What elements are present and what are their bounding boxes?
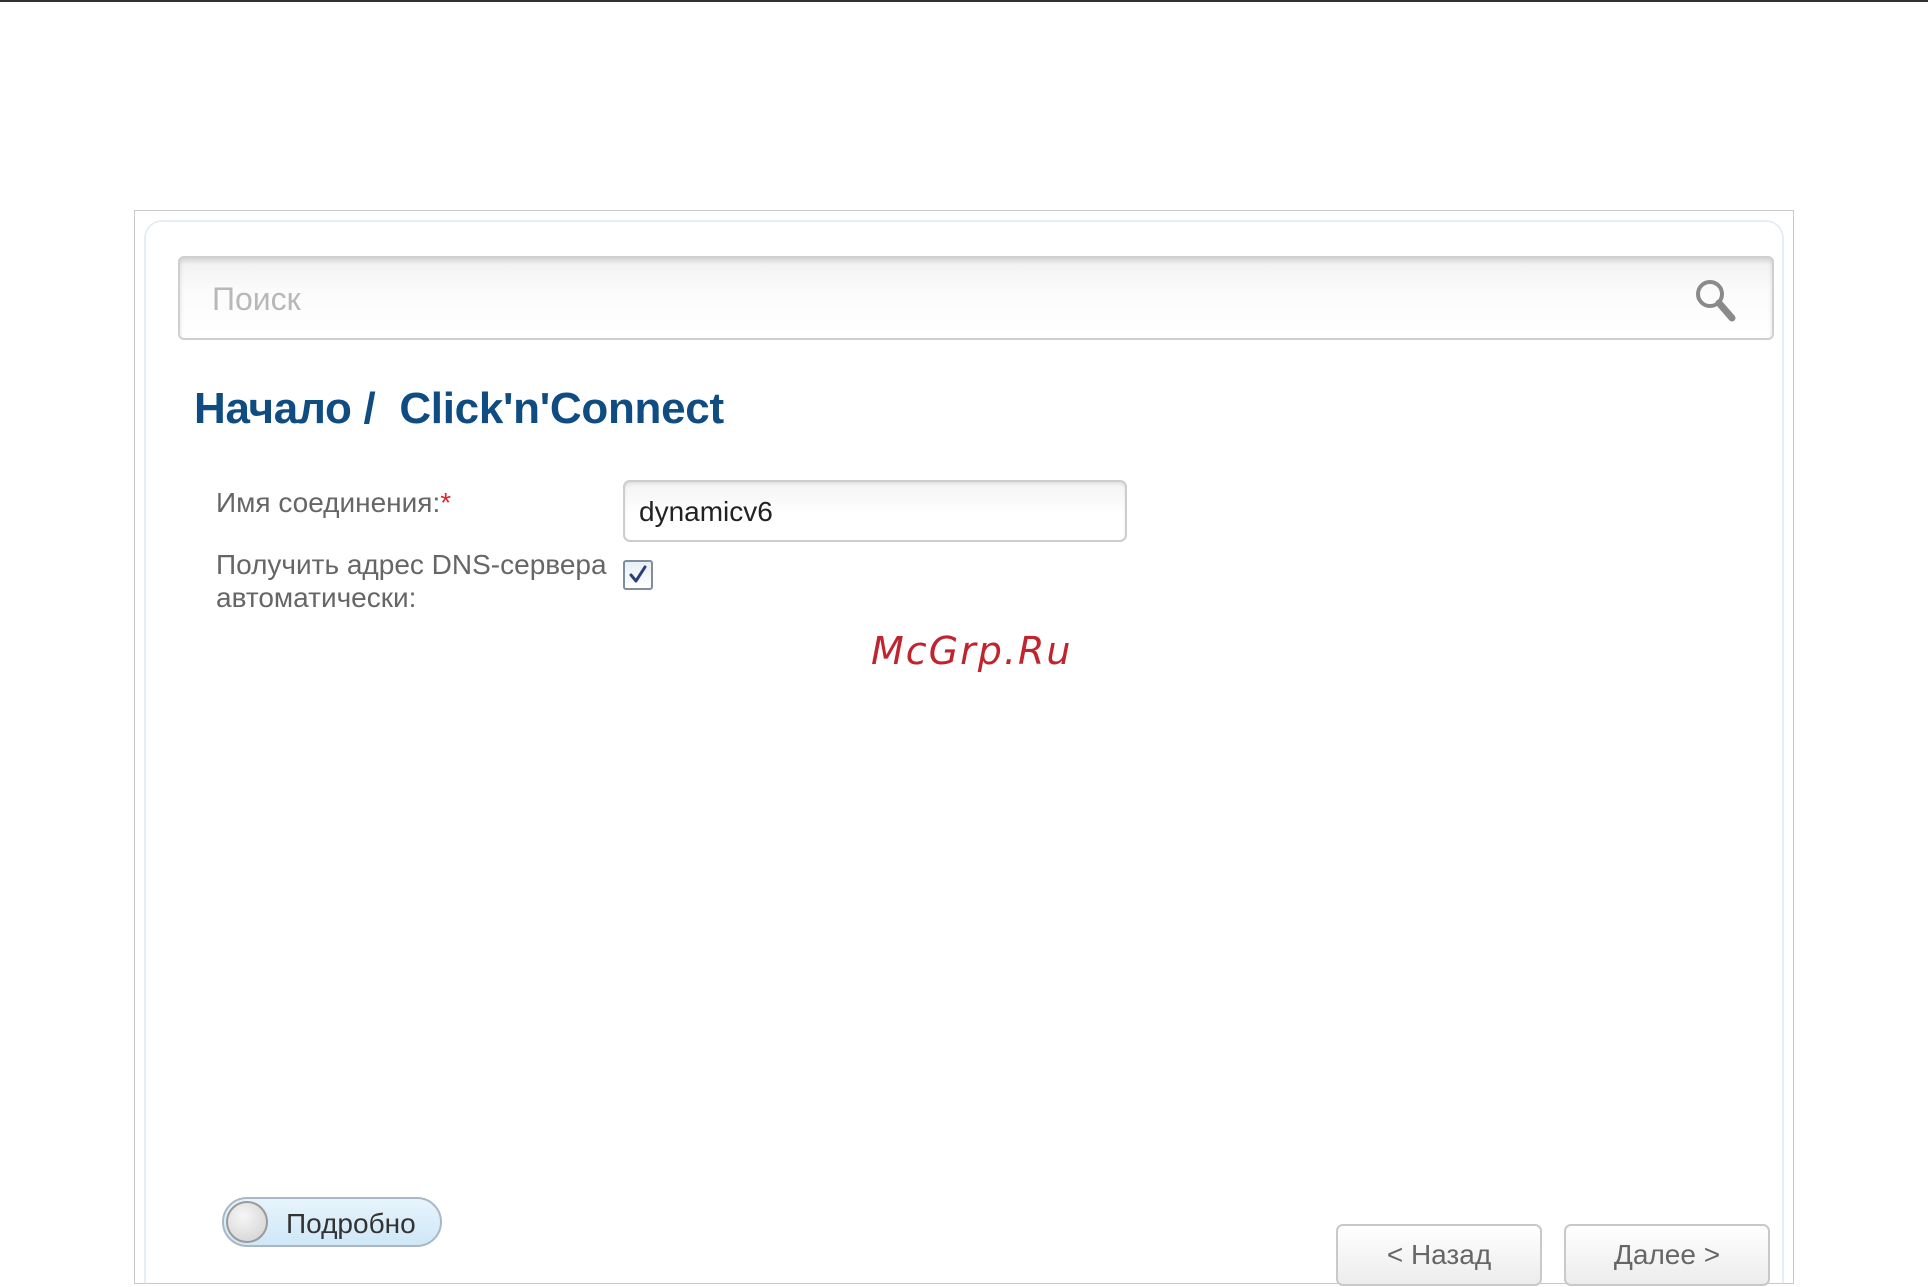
connection-name-input[interactable] [637, 490, 1111, 534]
watermark: McGrp.Ru [871, 629, 1073, 673]
page-frame: Начало / Click'n'Connect Имя соединения:… [134, 210, 1794, 1286]
connection-name-field [623, 480, 1127, 542]
details-toggle-label: Подробно [286, 1208, 416, 1239]
breadcrumb-separator: / [351, 384, 400, 433]
magnifier-icon[interactable] [1690, 274, 1742, 326]
connection-name-label: Имя соединения:* [216, 486, 451, 519]
breadcrumb-current: Click'n'Connect [399, 384, 724, 433]
connection-name-label-text: Имя соединения: [216, 487, 441, 518]
required-mark: * [440, 487, 452, 518]
next-button[interactable]: Далее > [1564, 1224, 1770, 1286]
page-title: Начало / Click'n'Connect [194, 384, 724, 434]
dns-auto-label: Получить адрес DNS-сервера автоматически… [216, 549, 607, 613]
content-panel: Начало / Click'n'Connect Имя соединения:… [144, 220, 1784, 1286]
breadcrumb-home[interactable]: Начало [194, 384, 352, 433]
dns-auto-checkbox[interactable] [623, 560, 653, 590]
search-input[interactable] [210, 274, 1654, 324]
checkmark-icon [629, 565, 647, 583]
back-button[interactable]: < Назад [1336, 1224, 1542, 1286]
details-toggle[interactable]: Подробно [222, 1197, 442, 1247]
search-bar [178, 256, 1774, 340]
toggle-knob [226, 1201, 268, 1243]
top-rule [0, 0, 1928, 2]
